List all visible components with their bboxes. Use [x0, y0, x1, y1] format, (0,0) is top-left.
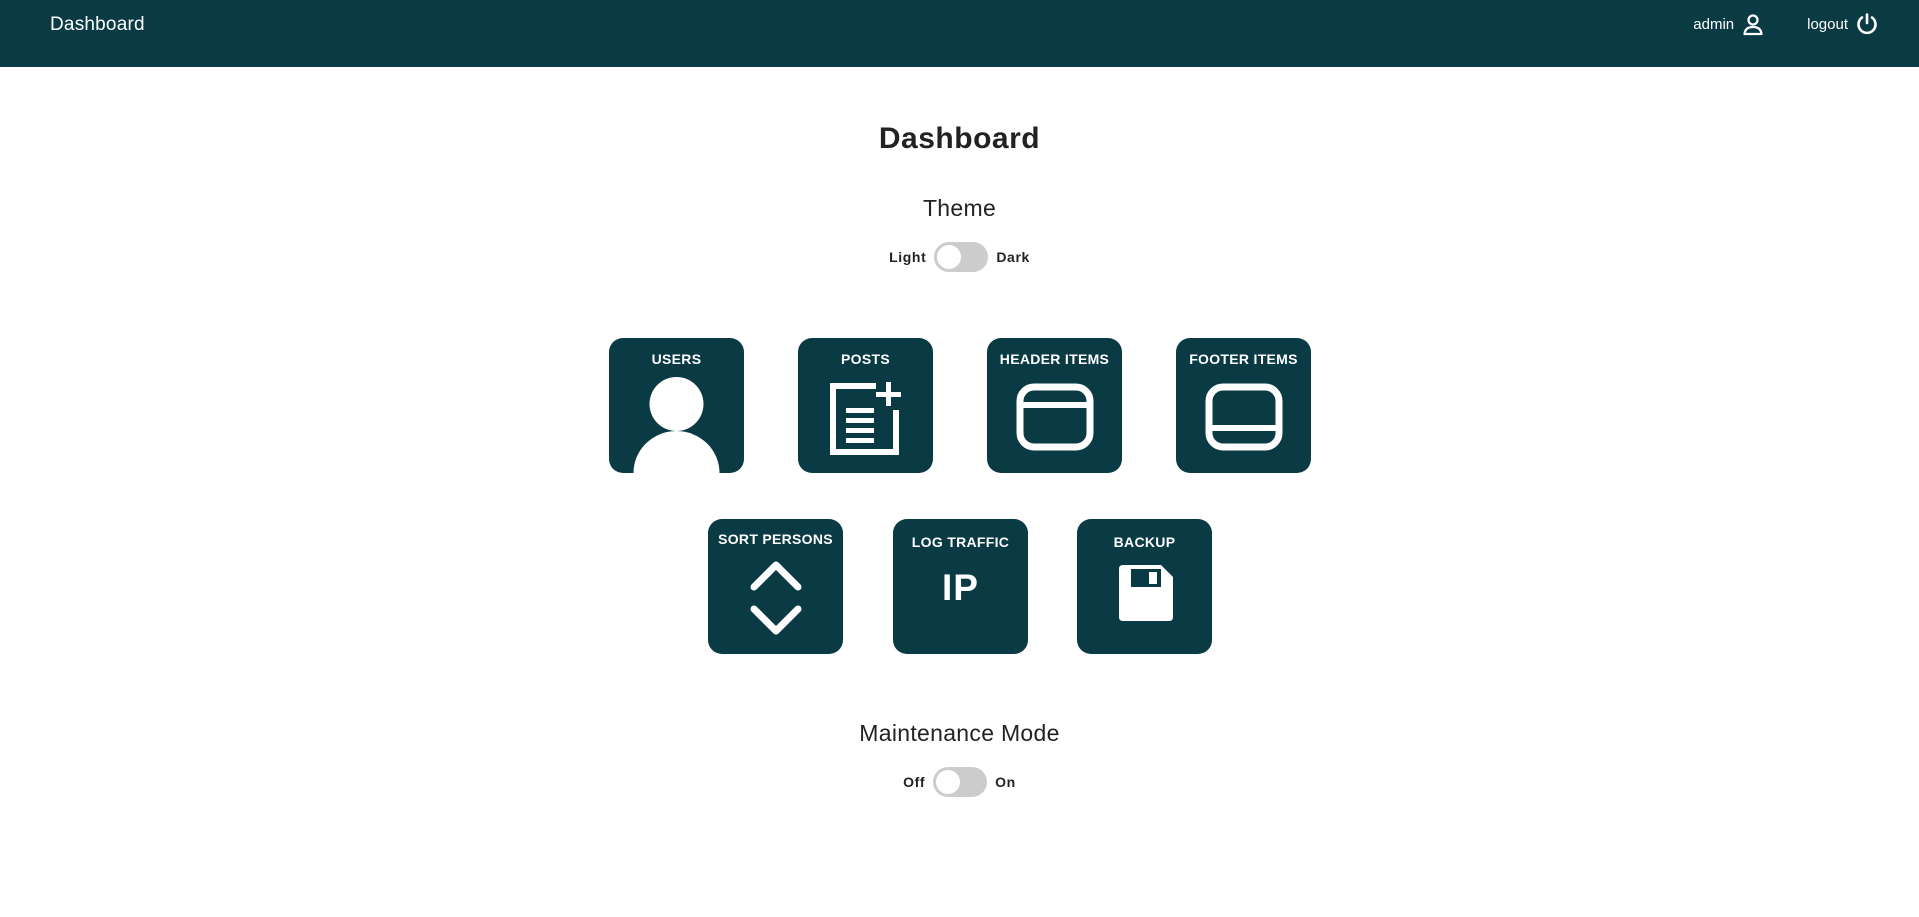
logout-label: logout — [1807, 15, 1848, 33]
ip-icon: IP — [942, 567, 979, 608]
theme-title: Theme — [922, 195, 997, 221]
tile-header-items-label: HEADER ITEMS — [999, 351, 1110, 367]
tile-posts[interactable]: POSTS — [798, 338, 933, 473]
logout-link[interactable]: logout — [1807, 12, 1879, 36]
admin-label: admin — [1693, 15, 1735, 33]
maintenance-switch[interactable] — [933, 767, 988, 797]
tile-log-traffic[interactable]: LOG TRAFFIC IP — [893, 519, 1028, 654]
theme-toggle-row: Light Dark — [0, 242, 1919, 272]
maintenance-toggle-row: Off On — [0, 767, 1919, 797]
theme-light-label: Light — [889, 249, 927, 265]
user-outline-icon — [1743, 14, 1763, 36]
header-window-icon — [987, 382, 1122, 452]
tile-users[interactable]: USERS — [609, 338, 744, 473]
maintenance-switch-knob — [936, 770, 961, 794]
user-icon — [609, 376, 744, 473]
theme-switch-knob — [937, 245, 962, 269]
theme-dark-label: Dark — [996, 249, 1030, 265]
power-icon — [1857, 13, 1877, 35]
tile-users-label: USERS — [651, 351, 702, 367]
tile-header-items[interactable]: HEADER ITEMS — [987, 338, 1122, 473]
tile-sort-persons[interactable]: SORT PERSONS — [708, 519, 843, 654]
floppy-disk-icon — [1077, 563, 1212, 623]
tile-footer-items[interactable]: FOOTER ITEMS — [1176, 338, 1311, 473]
tile-backup-label: BACKUP — [1113, 534, 1176, 550]
theme-switch[interactable] — [934, 242, 989, 272]
maintenance-title: Maintenance Mode — [859, 720, 1060, 746]
brand-link[interactable]: Dashboard — [50, 14, 145, 36]
sort-chevrons-icon — [708, 557, 843, 639]
nav-right: admin logout — [1693, 12, 1879, 36]
tile-backup[interactable]: BACKUP — [1077, 519, 1212, 654]
tile-footer-items-label: FOOTER ITEMS — [1189, 351, 1298, 367]
footer-window-icon — [1176, 382, 1311, 452]
admin-link[interactable]: admin — [1693, 12, 1765, 36]
maintenance-off-label: Off — [903, 774, 926, 790]
post-add-icon — [798, 380, 933, 456]
tile-posts-label: POSTS — [841, 351, 890, 367]
tile-sort-persons-label: SORT PERSONS — [718, 531, 833, 547]
maintenance-on-label: On — [995, 774, 1016, 790]
top-navbar: Dashboard admin logout — [0, 0, 1919, 67]
page-title: Dashboard — [878, 122, 1041, 155]
tile-log-traffic-label: LOG TRAFFIC — [911, 534, 1010, 550]
